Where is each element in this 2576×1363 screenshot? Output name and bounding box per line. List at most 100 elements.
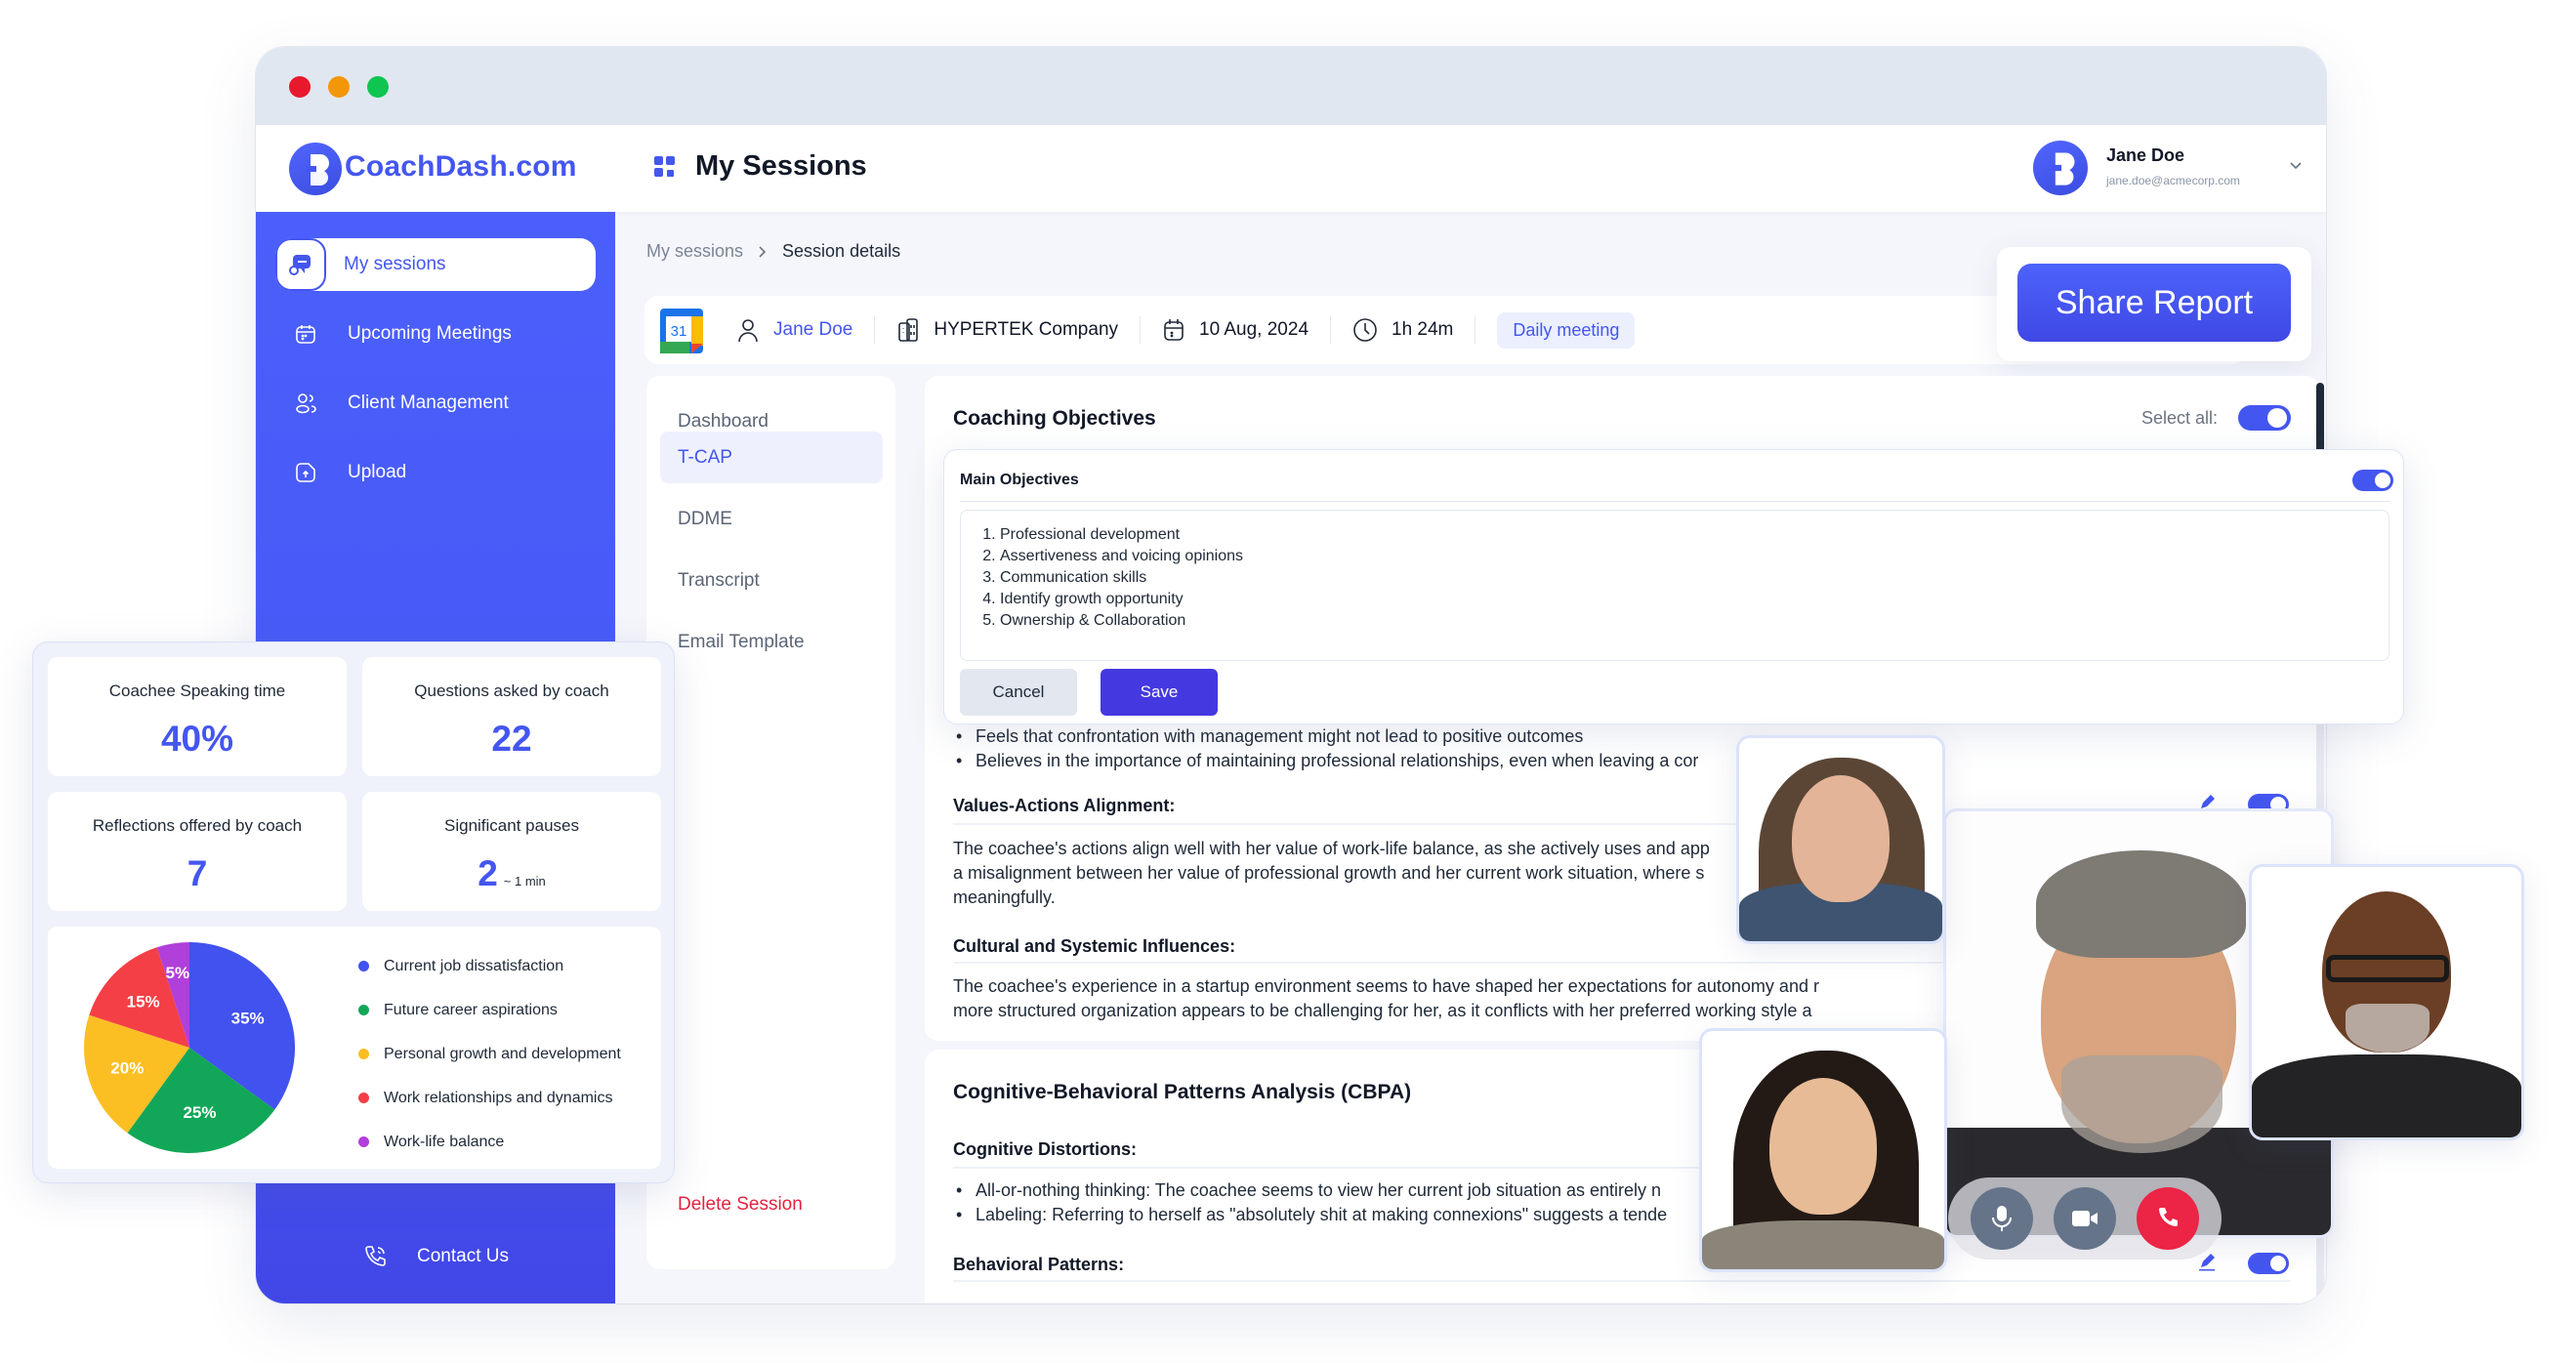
objective-item: Communication skills [1000, 567, 2371, 589]
values-text-line: a misalignment between her value of prof… [953, 863, 1705, 883]
legend-label: Work relationships and dynamics [384, 1089, 613, 1106]
delete-session-link[interactable]: Delete Session [678, 1194, 803, 1216]
chevron-right-icon [759, 245, 767, 258]
session-client[interactable]: Jane Doe [715, 316, 876, 344]
topics-pie-chart-card: 35% 25% 20% 15% 5% Current job dissatisfacti… [48, 927, 661, 1169]
legend-item: Personal growth and development [358, 1032, 621, 1076]
page-title: My Sessions [695, 150, 867, 182]
pie-data-label: 5% [166, 964, 190, 982]
participant-shirt [1702, 1220, 1944, 1269]
title-bar [256, 47, 2326, 125]
app-header: CoachDash.com My Sessions Jane Doe jane.… [256, 125, 2326, 212]
stat-value: 2 ~ 1 min [478, 853, 546, 893]
sidebar-item-upload[interactable]: Upload [275, 446, 596, 499]
maximize-window-button[interactable] [367, 76, 389, 98]
brand-name[interactable]: CoachDash.com [345, 150, 577, 184]
end-call-button[interactable] [2137, 1187, 2200, 1250]
calendar-icon [281, 308, 330, 360]
share-report-button[interactable]: Share Report [2017, 264, 2291, 342]
calendar-icon [1164, 319, 1184, 341]
video-tile-participant[interactable] [1699, 1028, 1947, 1272]
clock-icon [1353, 318, 1377, 342]
video-tile-participant[interactable] [2249, 864, 2524, 1140]
phone-icon [365, 1246, 386, 1266]
dashboard-grid-icon [654, 156, 676, 178]
list-item: Labeling: Referring to herself as "absol… [956, 1203, 1667, 1227]
edit-pencil-icon[interactable] [2197, 1252, 2217, 1271]
participant-glasses [2326, 955, 2449, 982]
participant-beard [2061, 1055, 2223, 1153]
minimize-window-button[interactable] [328, 76, 350, 98]
coaching-objectives-title: Coaching Objectives [953, 407, 1156, 430]
stat-label: Questions asked by coach [414, 682, 609, 700]
google-calendar-icon[interactable]: 31 [660, 309, 703, 353]
objectives-textarea[interactable]: Professional development Assertiveness a… [960, 510, 2389, 661]
section-toggle[interactable] [2248, 1253, 2289, 1274]
user-email: jane.doe@acmecorp.com [2106, 174, 2240, 187]
legend-swatch [358, 1005, 369, 1015]
main-objectives-toggle[interactable] [2352, 470, 2393, 491]
cultural-text-line: more structured organization appears to … [953, 1001, 1812, 1020]
sidebar-item-my-sessions[interactable]: My sessions [275, 238, 596, 291]
participant-face [1792, 775, 1890, 902]
stat-card-speaking-time: Coachee Speaking time 40% [48, 657, 347, 776]
stat-suffix: ~ 1 min [503, 874, 546, 888]
breadcrumb-parent[interactable]: My sessions [646, 241, 743, 262]
building-icon [898, 318, 919, 342]
topics-pie-chart: 35% 25% 20% 15% 5% [83, 942, 295, 1153]
legend-item: Work relationships and dynamics [358, 1076, 621, 1120]
brand-logo-icon[interactable] [289, 143, 342, 195]
breadcrumb: My sessions Session details [646, 241, 900, 262]
participant-beard [2346, 1004, 2430, 1053]
legend-item: Future career aspirations [358, 988, 621, 1032]
microphone-button[interactable] [1970, 1187, 2033, 1250]
camera-button[interactable] [2053, 1187, 2116, 1250]
tab-t-cap[interactable]: T-CAP [660, 432, 883, 483]
stat-card-pauses: Significant pauses 2 ~ 1 min [362, 792, 661, 911]
close-window-button[interactable] [289, 76, 311, 98]
cancel-button[interactable]: Cancel [960, 669, 1077, 716]
contact-us-label: Contact Us [417, 1246, 509, 1266]
microphone-icon [1991, 1206, 2012, 1231]
share-report-card: Share Report [1997, 247, 2311, 361]
contact-us-link[interactable]: Contact Us [256, 1232, 615, 1281]
divider [953, 1280, 2291, 1282]
cbpa-title: Cognitive-Behavioral Patterns Analysis (… [953, 1081, 1412, 1103]
session-type: Daily meeting [1475, 311, 1656, 349]
pie-data-label: 25% [183, 1103, 216, 1122]
save-button[interactable]: Save [1101, 669, 1218, 716]
objective-item: Identify growth opportunity [1000, 589, 2371, 610]
tab-ddme[interactable]: DDME [660, 493, 883, 545]
chevron-down-icon[interactable] [2287, 156, 2305, 174]
list-item: Believes in the importance of maintainin… [956, 749, 1698, 773]
session-date: 10 Aug, 2024 [1141, 316, 1332, 344]
stat-card-reflections: Reflections offered by coach 7 [48, 792, 347, 911]
main-objectives-editor: Main Objectives Professional development… [943, 449, 2404, 724]
tab-transcript[interactable]: Transcript [660, 555, 883, 606]
legend-label: Current job dissatisfaction [384, 957, 564, 974]
stat-value: 7 [187, 853, 208, 893]
duration-value: 1h 24m [1392, 319, 1454, 340]
sidebar-item-label: My sessions [344, 254, 446, 274]
legend-swatch [358, 1049, 369, 1059]
tab-email-template[interactable]: Email Template [660, 616, 883, 668]
company-name: HYPERTEK Company [934, 319, 1119, 340]
behavioral-patterns-title: Behavioral Patterns: [953, 1255, 1125, 1274]
sidebar-item-upcoming-meetings[interactable]: Upcoming Meetings [275, 308, 596, 360]
user-name: Jane Doe [2106, 145, 2185, 165]
video-tile-participant[interactable] [1736, 735, 1945, 944]
sidebar-item-client-management[interactable]: Client Management [275, 377, 596, 430]
client-name[interactable]: Jane Doe [773, 319, 852, 341]
values-actions-title: Values-Actions Alignment: [953, 796, 1176, 815]
call-controls [1948, 1177, 2222, 1260]
list-item: Feels that confrontation with management… [956, 724, 1583, 749]
user-avatar[interactable] [2033, 141, 2088, 195]
scrollbar-thumb[interactable] [2316, 383, 2324, 453]
cognitive-distortions-title: Cognitive Distortions: [953, 1139, 1137, 1159]
legend-swatch [358, 1093, 369, 1103]
pie-data-label: 20% [110, 1059, 144, 1078]
legend-label: Work-life balance [384, 1133, 505, 1150]
select-all-toggle[interactable] [2238, 405, 2291, 431]
stat-value: 22 [491, 719, 532, 759]
sidebar-item-label: Upcoming Meetings [348, 323, 512, 344]
